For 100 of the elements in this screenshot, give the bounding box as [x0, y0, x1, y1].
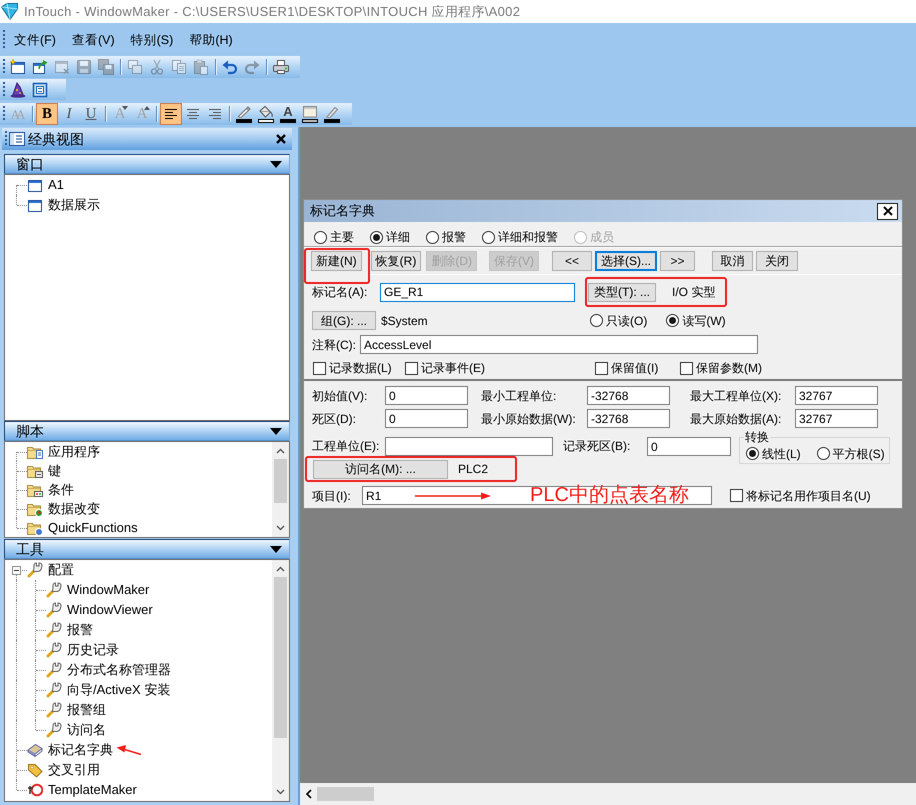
radio-icon[interactable] — [426, 230, 439, 244]
menu-item[interactable]: 查看(V) — [64, 30, 123, 48]
tree-item[interactable]: 报警组 — [46, 702, 106, 718]
chevron-up-icon[interactable] — [276, 566, 285, 572]
conversion-radio[interactable]: 平方根(S) — [816, 446, 885, 462]
caret-icon[interactable] — [270, 428, 282, 434]
option-checkbox[interactable]: 记录事件(E) — [405, 360, 595, 376]
access-name-button[interactable]: 访问名(M): ... — [313, 460, 448, 478]
menu-item[interactable]: 帮助(H) — [181, 30, 241, 48]
comment-field[interactable]: AccessLevel — [360, 335, 758, 354]
horizontal-scrollbar[interactable] — [300, 783, 916, 805]
view-mode-radio[interactable]: 主要 — [314, 229, 354, 245]
grip-handle[interactable] — [3, 59, 5, 75]
checkbox-icon[interactable] — [405, 362, 418, 374]
view-mode-radio[interactable]: 详细 — [370, 229, 410, 245]
checkbox-icon[interactable] — [730, 489, 743, 502]
radio-icon[interactable] — [746, 447, 759, 460]
tree-item[interactable]: 数据改变 — [27, 500, 100, 516]
close-button[interactable]: 关闭 — [756, 251, 798, 271]
scrollbar-thumb[interactable] — [274, 577, 287, 738]
value-field[interactable]: 32767 — [795, 409, 878, 428]
tagname-field[interactable]: GE_R1 — [380, 282, 575, 302]
new-button[interactable]: 新建(N) — [311, 251, 362, 271]
window-color-button[interactable] — [299, 103, 321, 125]
value-field[interactable]: -32768 — [587, 409, 670, 428]
grip-handle[interactable] — [3, 106, 5, 122]
tree-item[interactable]: TemplateMaker — [27, 782, 137, 798]
tree-item[interactable]: 应用程序 — [27, 444, 100, 460]
restore-button[interactable]: 恢复(R) — [370, 251, 422, 271]
underline-button[interactable]: U — [80, 103, 102, 125]
value-field[interactable]: 32767 — [795, 386, 878, 405]
scrollbar-thumb[interactable] — [274, 459, 287, 503]
chevron-down-icon[interactable] — [276, 525, 285, 531]
chevron-left-icon[interactable] — [306, 789, 312, 799]
tree-item[interactable]: A1 — [27, 177, 64, 193]
radio-icon[interactable] — [314, 230, 327, 244]
value-field[interactable]: 0 — [385, 386, 468, 405]
close-icon[interactable] — [276, 134, 286, 144]
checkbox-icon[interactable] — [680, 362, 693, 374]
tree-item[interactable]: WindowMaker — [46, 582, 150, 598]
use-tagname-checkbox[interactable]: 将标记名用作项目名(U) — [730, 488, 871, 504]
radio-icon[interactable] — [590, 314, 603, 327]
menu-item[interactable]: 文件(F) — [6, 30, 64, 48]
select-button[interactable]: 选择(S)... — [595, 251, 658, 271]
bold-button[interactable]: B — [36, 103, 58, 125]
caret-icon[interactable] — [270, 546, 282, 552]
tree-item[interactable]: 历史记录 — [46, 642, 119, 658]
align-left-button[interactable] — [160, 103, 182, 125]
section-header[interactable]: 窗口 — [4, 154, 290, 174]
conversion-radio[interactable]: 线性(L) — [746, 446, 801, 462]
radio-icon[interactable] — [370, 230, 383, 244]
tree-item[interactable]: 配置 — [27, 562, 74, 578]
menu-item[interactable]: 特别(S) — [122, 30, 182, 48]
section-header[interactable]: 脚本 — [4, 421, 290, 441]
grip-handle[interactable] — [3, 82, 5, 98]
chevron-down-icon[interactable] — [276, 789, 285, 795]
window-close-button[interactable] — [877, 202, 898, 220]
option-checkbox[interactable]: 记录数据(L) — [313, 360, 405, 376]
tree-item[interactable]: 标记名字典 — [27, 742, 113, 758]
tree-item[interactable]: WindowViewer — [46, 602, 153, 618]
grip-handle[interactable] — [5, 131, 7, 147]
cancel-button[interactable]: 取消 — [712, 251, 754, 271]
section-header[interactable]: 工具 — [4, 539, 290, 559]
units-field[interactable] — [385, 437, 553, 456]
vertical-scrollbar[interactable] — [272, 560, 289, 801]
tree-item[interactable]: 访问名 — [46, 722, 106, 738]
tree-item[interactable]: 条件 — [27, 482, 74, 498]
tree-item[interactable]: 向导/ActiveX 安装 — [46, 682, 170, 698]
radio-icon[interactable] — [482, 230, 495, 244]
checkbox-icon[interactable] — [595, 362, 608, 374]
caret-icon[interactable] — [270, 160, 282, 168]
access-mode-radio[interactable]: 读写(W) — [666, 312, 726, 328]
deadband-field[interactable]: 0 — [647, 437, 731, 456]
tree-item[interactable]: QuickFunctions — [27, 520, 138, 536]
tree-item[interactable]: 报警 — [46, 622, 93, 638]
option-checkbox[interactable]: 保留参数(M) — [680, 360, 762, 376]
italic-button[interactable]: I — [58, 103, 80, 125]
fill-color-button[interactable] — [255, 103, 277, 125]
checkbox-icon[interactable] — [313, 362, 326, 374]
view-mode-radio[interactable]: 报警 — [426, 229, 466, 245]
view-mode-radio[interactable]: 详细和报警 — [482, 229, 558, 245]
tree-item[interactable]: 键 — [27, 462, 61, 478]
next-button[interactable]: >> — [660, 251, 696, 271]
vertical-scrollbar[interactable] — [272, 442, 289, 537]
value-field[interactable]: -32768 — [587, 386, 670, 405]
scrollbar-thumb[interactable] — [317, 787, 374, 801]
tree-item[interactable]: 分布式名称管理器 — [46, 662, 171, 678]
tree-item[interactable]: 数据展示 — [27, 197, 100, 213]
minus-box-icon[interactable] — [12, 566, 21, 575]
chevron-up-icon[interactable] — [276, 448, 285, 454]
value-field[interactable]: 0 — [385, 409, 468, 428]
previous-button[interactable]: << — [552, 251, 592, 271]
option-checkbox[interactable]: 保留值(I) — [595, 360, 680, 376]
access-mode-radio[interactable]: 只读(O) — [590, 312, 648, 328]
text-color-button[interactable]: A — [277, 103, 299, 125]
grip-handle[interactable] — [3, 30, 5, 50]
radio-icon[interactable] — [666, 314, 680, 327]
group-button[interactable]: 组(G): ... — [312, 311, 376, 330]
tree-item[interactable]: 交叉引用 — [27, 762, 100, 778]
radio-icon[interactable] — [816, 447, 830, 460]
